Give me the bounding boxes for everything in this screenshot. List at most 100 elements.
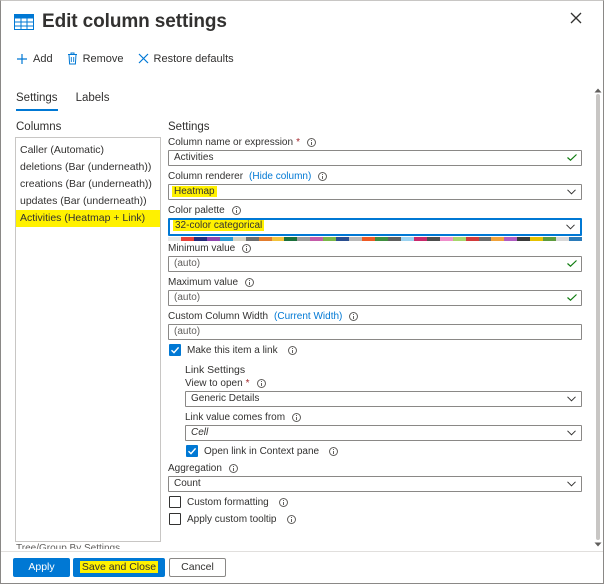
restore-defaults-button[interactable]: Restore defaults xyxy=(138,53,234,65)
link-value-from-label-text: Link value comes from xyxy=(185,412,286,423)
palette-swatch xyxy=(543,237,557,241)
max-value-label: Maximum value xyxy=(168,277,255,288)
color-palette-preview xyxy=(168,237,582,241)
cancel-button[interactable]: Cancel xyxy=(169,558,226,577)
custom-formatting-label: Custom formatting xyxy=(187,496,269,508)
chevron-down-icon xyxy=(567,396,576,402)
info-icon[interactable] xyxy=(287,345,297,355)
x-icon xyxy=(138,53,148,64)
info-icon[interactable] xyxy=(245,278,255,287)
palette-swatch xyxy=(465,237,479,241)
info-icon[interactable] xyxy=(242,244,252,253)
palette-swatch xyxy=(245,237,259,241)
info-icon[interactable] xyxy=(231,206,241,215)
list-item[interactable]: creations (Bar (underneath)) xyxy=(16,176,160,193)
scroll-up-arrow-icon[interactable] xyxy=(594,88,602,93)
link-settings-title: Link Settings xyxy=(185,364,246,376)
tab-settings[interactable]: Settings xyxy=(16,92,58,111)
add-button[interactable]: Add xyxy=(16,53,53,65)
custom-tooltip-label: Apply custom tooltip xyxy=(187,513,277,525)
footer-divider xyxy=(1,551,603,552)
link-value-from-label: Link value comes from xyxy=(185,412,302,423)
palette-swatch xyxy=(426,237,440,241)
min-value-placeholder: (auto) xyxy=(174,258,201,269)
list-item[interactable]: deletions (Bar (underneath)) xyxy=(16,159,160,176)
valid-check-icon xyxy=(567,154,577,161)
scrollbar-thumb[interactable] xyxy=(596,94,600,540)
renderer-label: Column renderer (Hide column) xyxy=(168,171,328,182)
view-to-open-label-text: View to open xyxy=(185,378,243,389)
info-icon[interactable] xyxy=(228,464,238,473)
palette-swatch xyxy=(336,237,350,241)
list-item[interactable]: Caller (Automatic) xyxy=(16,142,160,159)
aggregation-value: Count xyxy=(174,478,201,489)
hide-column-link[interactable]: (Hide column) xyxy=(249,171,311,182)
palette-dropdown[interactable]: 32-color categorical xyxy=(168,218,582,236)
open-in-context-checkbox[interactable]: Open link in Context pane xyxy=(186,445,339,457)
info-icon[interactable] xyxy=(329,446,339,456)
make-link-checkbox[interactable]: Make this item a link xyxy=(169,344,297,356)
renderer-dropdown[interactable]: Heatmap xyxy=(168,184,582,200)
info-icon[interactable] xyxy=(278,497,288,507)
info-icon[interactable] xyxy=(292,413,302,422)
info-icon[interactable] xyxy=(286,514,296,524)
custom-width-label-text: Custom Column Width xyxy=(168,311,269,322)
palette-swatch xyxy=(439,237,453,241)
columns-list: Caller (Automatic) deletions (Bar (under… xyxy=(15,137,161,542)
list-item-selected[interactable]: Activities (Heatmap + Link) xyxy=(16,210,160,227)
min-value-label: Minimum value xyxy=(168,243,252,254)
valid-check-icon xyxy=(567,294,577,301)
palette-swatch xyxy=(323,237,337,241)
custom-width-field[interactable]: (auto) xyxy=(168,324,582,340)
aggregation-label-text: Aggregation xyxy=(168,463,222,474)
column-name-field[interactable]: Activities xyxy=(168,150,582,166)
palette-swatch xyxy=(517,237,531,241)
remove-label: Remove xyxy=(82,52,124,65)
view-to-open-value: Generic Details xyxy=(191,393,260,404)
dialog-header: Edit column settings xyxy=(14,8,227,36)
aggregation-label: Aggregation xyxy=(168,463,238,474)
custom-tooltip-checkbox[interactable]: Apply custom tooltip xyxy=(169,513,296,525)
current-width-link[interactable]: (Current Width) xyxy=(274,311,342,322)
max-value-field[interactable]: (auto) xyxy=(168,290,582,306)
palette-swatch xyxy=(530,237,544,241)
info-icon[interactable] xyxy=(256,379,266,388)
chevron-down-icon xyxy=(567,481,576,487)
save-and-close-button[interactable]: Save and Close xyxy=(73,558,165,577)
close-icon[interactable] xyxy=(568,10,584,26)
aggregation-dropdown[interactable]: Count xyxy=(168,476,582,492)
tab-labels[interactable]: Labels xyxy=(76,92,110,111)
palette-swatch xyxy=(504,237,518,241)
info-icon[interactable] xyxy=(306,138,316,147)
view-to-open-label: View to open * xyxy=(185,378,266,389)
apply-button[interactable]: Apply xyxy=(13,558,70,577)
checkbox-unchecked-icon xyxy=(169,496,181,508)
list-item[interactable]: updates (Bar (underneath)) xyxy=(16,193,160,210)
dialog-title: Edit column settings xyxy=(42,11,227,32)
renderer-value: Heatmap xyxy=(172,186,217,197)
save-and-close-label: Save and Close xyxy=(79,561,159,573)
toolbar: Add Remove Restore defaults xyxy=(16,52,234,65)
scrollbar[interactable] xyxy=(594,88,602,548)
info-icon[interactable] xyxy=(349,312,359,321)
column-name-label: Column name or expression * xyxy=(168,137,316,148)
palette-swatch xyxy=(284,237,298,241)
column-name-value: Activities xyxy=(174,152,214,163)
view-to-open-dropdown[interactable]: Generic Details xyxy=(185,391,582,407)
chevron-down-icon xyxy=(567,430,576,436)
min-value-label-text: Minimum value xyxy=(168,243,236,254)
max-value-label-text: Maximum value xyxy=(168,277,239,288)
add-label: Add xyxy=(33,52,53,65)
palette-swatch xyxy=(478,237,492,241)
palette-swatch xyxy=(180,237,194,241)
palette-value: 32-color categorical xyxy=(173,220,265,231)
custom-formatting-checkbox[interactable]: Custom formatting xyxy=(169,496,288,508)
required-mark: * xyxy=(245,378,250,389)
scroll-down-arrow-icon[interactable] xyxy=(594,542,602,547)
remove-button[interactable]: Remove xyxy=(67,52,124,65)
checkbox-checked-icon xyxy=(186,445,198,457)
min-value-field[interactable]: (auto) xyxy=(168,256,582,272)
info-icon[interactable] xyxy=(318,172,328,181)
link-value-from-dropdown[interactable]: Cell xyxy=(185,425,582,441)
palette-swatch xyxy=(349,237,363,241)
